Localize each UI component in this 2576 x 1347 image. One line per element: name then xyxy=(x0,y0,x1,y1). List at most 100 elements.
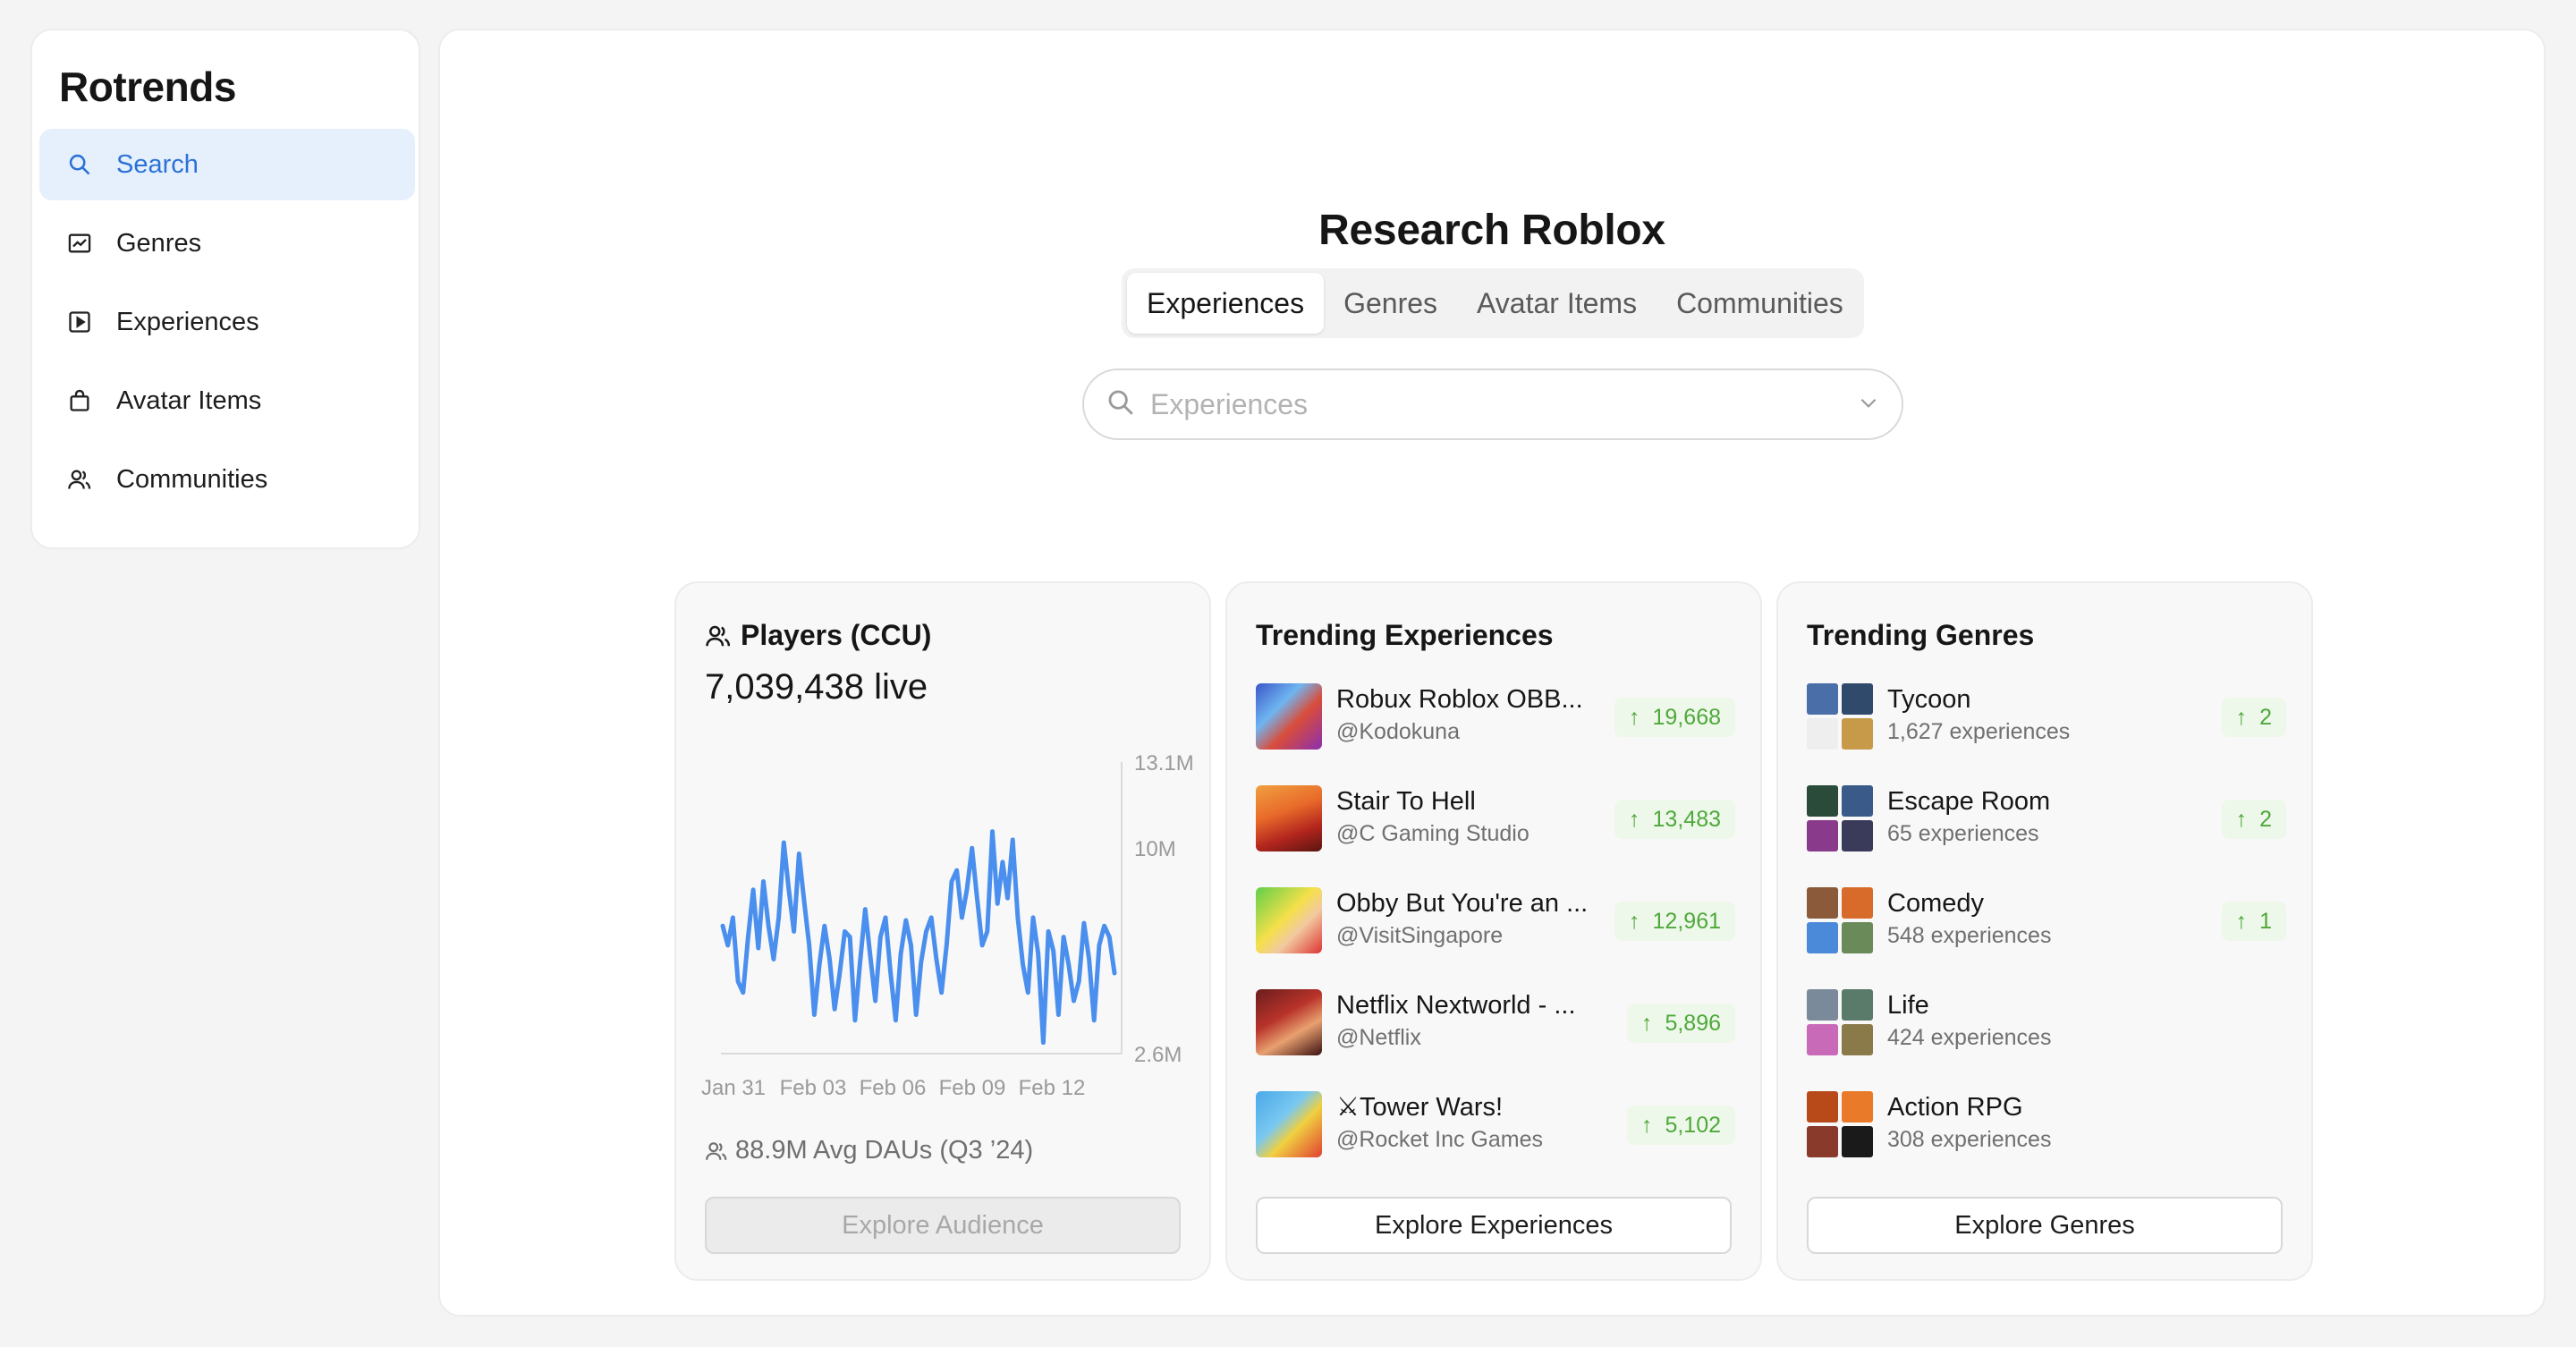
search-box[interactable] xyxy=(1082,369,1903,440)
avg-dau-text: 88.9M Avg DAUs (Q3 ’24) xyxy=(735,1136,1034,1165)
genre-name: Action RPG xyxy=(1887,1093,2023,1122)
genre-thumbnail-grid xyxy=(1807,989,1873,1055)
play-square-icon xyxy=(66,309,93,335)
players-card: Players (CCU) 7,039,438 live 13.1M 10M 2.6… xyxy=(674,581,1211,1281)
list-item[interactable]: Life 424 experiences xyxy=(1807,989,2286,1091)
main-panel: Research Roblox Experiences Genres Avata… xyxy=(438,29,2546,1317)
sidebar-item-experiences[interactable]: Experiences xyxy=(39,286,415,358)
trend-value: 1 xyxy=(2259,908,2272,934)
chart-icon xyxy=(66,230,93,257)
arrow-up-icon: ↑ xyxy=(1629,704,1640,730)
search-input[interactable] xyxy=(1148,386,1857,422)
arrow-up-icon: ↑ xyxy=(1629,806,1640,832)
trend-value: 2 xyxy=(2259,704,2272,730)
sidebar-nav: Search Genres Experiences Avatar Items C… xyxy=(39,129,415,522)
genre-thumbnail-grid xyxy=(1807,887,1873,953)
tab-genres[interactable]: Genres xyxy=(1324,273,1457,334)
tab-avatar-items[interactable]: Avatar Items xyxy=(1457,273,1657,334)
trend-badge: ↑ 19,668 xyxy=(1614,698,1735,737)
trend-badge: ↑ 12,961 xyxy=(1614,902,1735,941)
list-item[interactable]: Escape Room 65 experiences ↑ 2 xyxy=(1807,785,2286,887)
arrow-up-icon: ↑ xyxy=(2235,806,2248,832)
explore-experiences-button[interactable]: Explore Experiences xyxy=(1256,1197,1732,1254)
trend-value: 2 xyxy=(2259,806,2272,832)
sidebar-item-avatar-items[interactable]: Avatar Items xyxy=(39,365,415,436)
sidebar-item-communities[interactable]: Communities xyxy=(39,444,415,515)
trend-value: 5,102 xyxy=(1665,1112,1721,1138)
experience-list: Robux Roblox OBB... @Kodokuna ↑ 19,668 Sta… xyxy=(1256,683,1735,1193)
users-icon xyxy=(705,623,732,649)
list-item[interactable]: Tycoon 1,627 experiences ↑ 2 xyxy=(1807,683,2286,785)
list-item[interactable]: Robux Roblox OBB... @Kodokuna ↑ 19,668 xyxy=(1256,683,1735,785)
experience-thumbnail xyxy=(1256,1091,1322,1157)
list-item[interactable]: Obby But You're an ... @VisitSingapore ↑ 1… xyxy=(1256,887,1735,989)
genre-thumbnail-grid xyxy=(1807,785,1873,851)
y-tick-label: 10M xyxy=(1134,837,1176,861)
x-tick-label: Feb 12 xyxy=(1019,1076,1086,1100)
trend-value: 12,961 xyxy=(1652,908,1721,934)
trend-badge: ↑ 5,102 xyxy=(1626,1106,1735,1145)
x-tick-label: Feb 03 xyxy=(780,1076,847,1100)
arrow-up-icon: ↑ xyxy=(1629,908,1640,934)
players-card-title: Players (CCU) xyxy=(741,619,932,651)
genre-list: Tycoon 1,627 experiences ↑ 2 Escape Room 65… xyxy=(1807,683,2286,1193)
trending-experiences-title: Trending Experiences xyxy=(1256,619,1554,651)
x-tick-label: Feb 06 xyxy=(860,1076,927,1100)
list-item[interactable]: Action RPG 308 experiences xyxy=(1807,1091,2286,1193)
trending-genres-card: Trending Genres Tycoon 1,627 experiences … xyxy=(1776,581,2313,1281)
trend-badge: ↑ 13,483 xyxy=(1614,800,1735,839)
page-title: Research Roblox xyxy=(1318,207,1665,254)
explore-genres-button[interactable]: Explore Genres xyxy=(1807,1197,2283,1254)
experience-thumbnail xyxy=(1256,989,1322,1055)
sidebar-item-label: Genres xyxy=(116,228,202,258)
arrow-up-icon: ↑ xyxy=(2235,704,2248,730)
sidebar-item-label: Communities xyxy=(116,464,268,494)
y-tick-label: 13.1M xyxy=(1134,751,1194,775)
x-tick-label: Feb 09 xyxy=(939,1076,1006,1100)
genre-thumbnail-grid xyxy=(1807,1091,1873,1157)
sidebar: Rotrends Search Genres Experiences Avata… xyxy=(30,29,420,549)
search-icon xyxy=(66,151,93,178)
search-icon xyxy=(1106,387,1136,422)
ccu-series-line xyxy=(720,829,1117,1046)
trending-experiences-card: Trending Experiences Robux Roblox OBB...… xyxy=(1225,581,1762,1281)
experience-thumbnail xyxy=(1256,683,1322,750)
trend-badge: ↑ 1 xyxy=(2221,902,2286,941)
trend-value: 5,896 xyxy=(1665,1010,1721,1036)
tab-experiences[interactable]: Experiences xyxy=(1127,273,1325,334)
sidebar-item-genres[interactable]: Genres xyxy=(39,208,415,279)
live-player-count: 7,039,438 live xyxy=(705,667,928,707)
trend-value: 13,483 xyxy=(1652,806,1721,832)
sidebar-item-search[interactable]: Search xyxy=(39,129,415,200)
trend-badge: ↑ 2 xyxy=(2221,698,2286,737)
list-item[interactable]: Stair To Hell @C Gaming Studio ↑ 13,483 xyxy=(1256,785,1735,887)
trend-value: 19,668 xyxy=(1652,704,1721,730)
trend-badge: ↑ 5,896 xyxy=(1626,1004,1735,1043)
brand-title: Rotrends xyxy=(59,64,236,110)
players-card-title-row: Players (CCU) xyxy=(705,619,931,652)
experience-thumbnail xyxy=(1256,887,1322,953)
arrow-up-icon: ↑ xyxy=(1640,1112,1653,1138)
list-item[interactable]: ⚔Tower Wars! @Rocket Inc Games ↑ 5,102 xyxy=(1256,1091,1735,1193)
arrow-up-icon: ↑ xyxy=(1640,1010,1653,1036)
tab-communities[interactable]: Communities xyxy=(1657,273,1863,334)
sidebar-item-label: Experiences xyxy=(116,307,259,336)
bag-icon xyxy=(66,387,93,414)
experience-thumbnail xyxy=(1256,785,1322,851)
arrow-up-icon: ↑ xyxy=(2235,908,2248,934)
users-icon xyxy=(705,1139,728,1163)
trending-genres-title: Trending Genres xyxy=(1807,619,2035,651)
y-tick-label: 2.6M xyxy=(1134,1043,1182,1067)
list-item[interactable]: Netflix Nextworld - ... @Netflix ↑ 5,896 xyxy=(1256,989,1735,1091)
genre-count: 308 experiences xyxy=(1887,1127,2052,1152)
ccu-line-chart: 13.1M 10M 2.6M Jan 31 Feb 03 Feb 06 Feb 09 Feb… xyxy=(701,751,1194,1100)
explore-audience-button[interactable]: Explore Audience xyxy=(705,1197,1181,1254)
genre-name: Life xyxy=(1887,991,1929,1020)
chevron-down-icon[interactable] xyxy=(1857,391,1880,419)
list-item[interactable]: Comedy 548 experiences ↑ 1 xyxy=(1807,887,2286,989)
x-tick-label: Jan 31 xyxy=(701,1076,766,1100)
category-tabs: Experiences Genres Avatar Items Communit… xyxy=(1122,268,1864,338)
sidebar-item-label: Avatar Items xyxy=(116,385,262,415)
trend-badge: ↑ 2 xyxy=(2221,800,2286,839)
users-icon xyxy=(66,466,93,493)
